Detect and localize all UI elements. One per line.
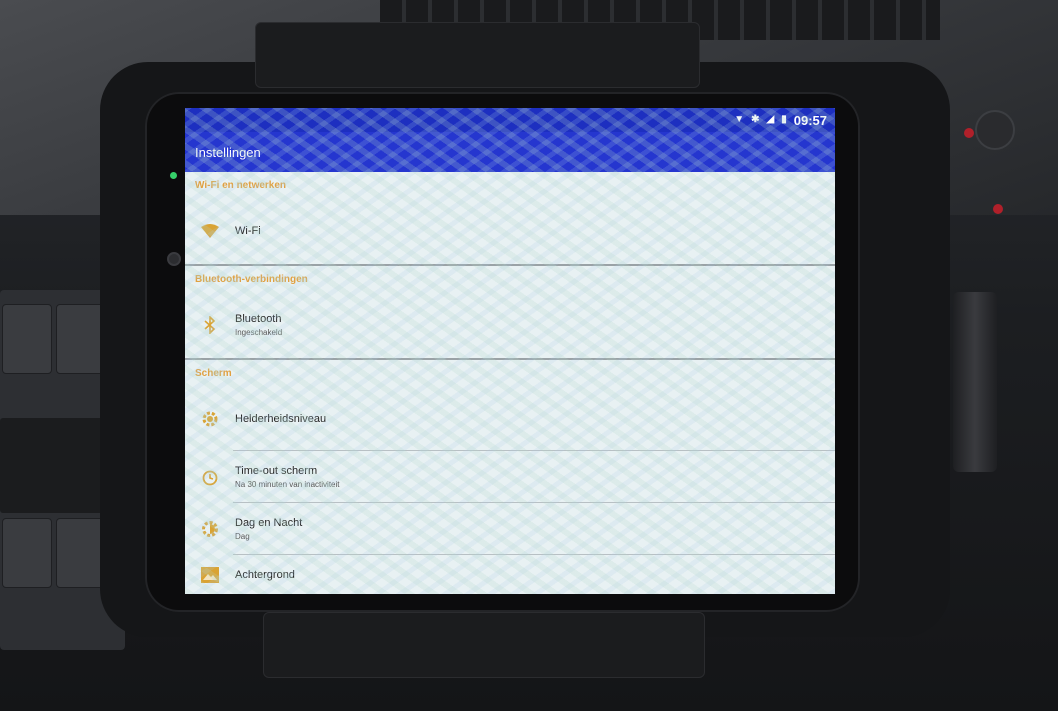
tablet-screen: ▼ ✱ ◢ ▮ 09:57 Instellingen Wi-Fi en netw… [185, 108, 835, 594]
settings-item-title: Time-out scherm [235, 465, 318, 477]
dashboard-button [56, 518, 106, 588]
settings-item-wallpaper[interactable]: Achtergrond [185, 555, 835, 594]
wallpaper-icon [185, 567, 235, 583]
settings-item-title: Achtergrond [235, 569, 295, 581]
brightness-icon [185, 410, 235, 428]
settings-item-title: Helderheidsniveau [235, 412, 327, 425]
settings-item-title: Wi-Fi [235, 225, 261, 237]
dashboard-button [2, 518, 52, 588]
wifi-icon [185, 224, 235, 238]
settings-list: Wi-Fi en netwerken Wi-Fi Bluetooth-verbi… [185, 172, 835, 594]
settings-item-bluetooth[interactable]: Bluetooth Ingeschakeld [185, 292, 835, 358]
settings-item-title: Bluetooth [235, 313, 282, 325]
dashboard-knob [975, 110, 1015, 150]
status-led [170, 172, 177, 179]
section-header-screen: Scherm [195, 367, 232, 379]
dashboard-indicator [964, 128, 974, 138]
timer-icon [185, 468, 235, 486]
day-night-icon [185, 520, 235, 538]
settings-item-title: Dag en Nacht [235, 517, 303, 529]
status-bar: ▼ ✱ ◢ ▮ 09:57 [185, 108, 835, 132]
settings-item-subtitle: Dag [235, 532, 250, 541]
location-pin-icon: ▼ [734, 114, 745, 125]
section-header-wifi: Wi-Fi en netwerken [195, 179, 287, 191]
settings-item-screen-timeout[interactable]: Time-out scherm Na 30 minuten van inacti… [185, 451, 835, 503]
bluetooth-icon: ✱ [751, 114, 760, 125]
status-time: 09:57 [793, 112, 827, 128]
settings-item-day-night[interactable]: Dag en Nacht Dag [185, 503, 835, 555]
app-toolbar: Instellingen [185, 132, 835, 172]
bluetooth-icon [185, 316, 235, 334]
settings-item-subtitle: Na 30 minuten van inactiviteit [235, 480, 340, 489]
dashboard-button [2, 304, 52, 374]
cradle-clamp-bottom [263, 612, 705, 678]
dashboard-indicator [993, 204, 1003, 214]
no-signal-icon: ◢ [766, 114, 775, 125]
settings-item-wifi[interactable]: Wi-Fi [185, 198, 835, 264]
dashboard-button [56, 304, 106, 374]
settings-item-subtitle: Ingeschakeld [235, 328, 283, 337]
section-header-bluetooth: Bluetooth-verbindingen [195, 273, 308, 285]
settings-item-brightness[interactable]: Helderheidsniveau [185, 386, 835, 451]
battery-icon: ▮ [781, 114, 787, 125]
page-title: Instellingen [195, 144, 261, 160]
cradle-clamp-top [255, 22, 700, 88]
front-camera [167, 252, 181, 266]
cradle-latch [953, 292, 997, 472]
